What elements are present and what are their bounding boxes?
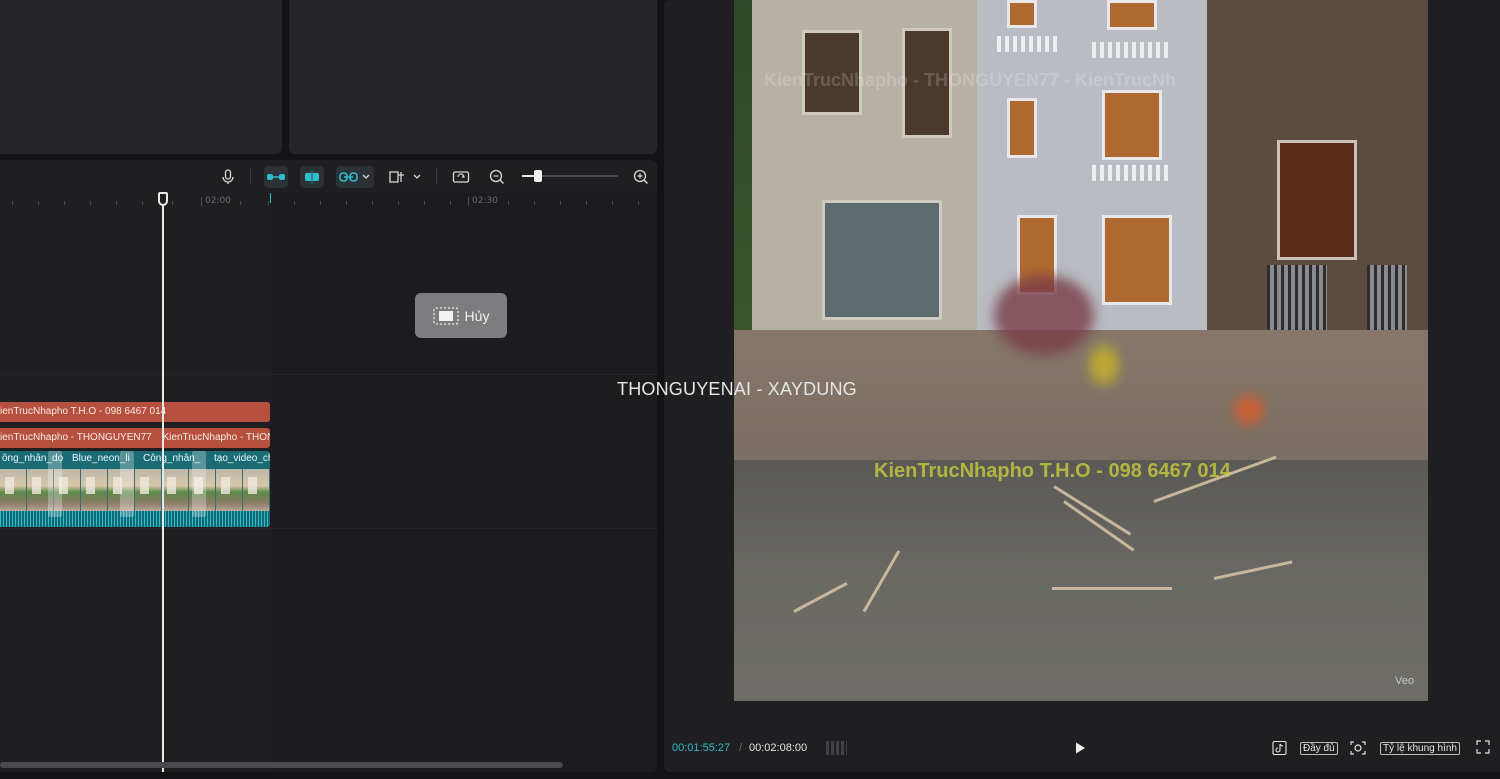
transition-marker[interactable] <box>192 451 206 517</box>
tiktok-icon <box>1272 740 1287 756</box>
fullscreen-icon <box>1476 740 1490 754</box>
text-clip-label: KienTrucNhapho - THONG <box>162 432 270 443</box>
ruler-label: 02:00 <box>201 196 231 206</box>
timeline-horizontal-scrollbar[interactable] <box>0 762 563 768</box>
street <box>734 460 1428 701</box>
text-clip-watermark[interactable]: ienTrucNhapho T.H.O - 098 6467 014 <box>0 402 270 422</box>
worker-blur <box>1234 395 1264 425</box>
preview-axis-button[interactable] <box>386 166 424 188</box>
transition-marker[interactable] <box>48 451 62 517</box>
playhead-line[interactable] <box>162 192 164 772</box>
video-clip-label: tạo_video_ch <box>212 453 270 464</box>
timeline-empty-area[interactable] <box>271 193 657 772</box>
total-time: 00:02:08:00 <box>749 742 808 754</box>
microphone-icon <box>222 169 234 184</box>
video-thumbnails <box>0 469 270 511</box>
veo-watermark: Veo <box>1395 675 1414 687</box>
audio-waveform <box>0 511 270 527</box>
aspect-ratio-button[interactable]: Tỷ lệ khung hình <box>1380 742 1460 755</box>
auto-snap-icon <box>305 169 319 185</box>
full-quality-button[interactable]: Đầy đủ <box>1300 742 1338 755</box>
video-preview[interactable]: KienTrucNhapho - THONGUYEN77 - KienTrucN… <box>734 0 1428 701</box>
properties-panel <box>289 0 657 154</box>
zoom-in-button[interactable] <box>630 166 652 188</box>
microphone-button[interactable] <box>218 166 238 188</box>
media-panel <box>0 0 282 154</box>
timeline-ruler[interactable]: 02:00 02:30 <box>0 193 657 211</box>
track-divider <box>0 528 657 529</box>
cancel-button[interactable]: Hủy <box>415 293 507 338</box>
track-divider <box>0 374 657 375</box>
faint-watermark: KienTrucNhapho - THONGUYEN77 - KienTrucN… <box>764 70 1177 90</box>
film-frame-icon <box>432 306 459 325</box>
time-separator: / <box>739 742 743 754</box>
transition-marker[interactable] <box>120 451 134 517</box>
play-button[interactable] <box>1073 741 1087 755</box>
workers-motion-blur <box>994 275 1094 355</box>
auto-snap-button[interactable] <box>300 166 324 188</box>
playhead-handle[interactable] <box>158 192 168 206</box>
fullscreen-button[interactable] <box>1476 740 1490 759</box>
preview-axis-icon <box>389 171 421 183</box>
current-time: 00:01:55:27 <box>672 742 731 754</box>
replace-clip-icon <box>452 171 470 183</box>
house-middle <box>977 0 1207 330</box>
zoom-slider[interactable] <box>522 170 618 182</box>
text-clip-watermark-2[interactable]: ienTrucNhapho - THONGUYEN77 KienTrucNhap… <box>0 428 270 448</box>
zoom-out-button[interactable] <box>486 166 508 188</box>
plank <box>1052 587 1172 590</box>
replace-clip-button[interactable] <box>450 166 472 188</box>
zoom-out-icon <box>489 169 504 184</box>
toolbar-divider <box>436 168 437 184</box>
linkage-icon <box>339 172 370 182</box>
main-track-magnet-button[interactable] <box>264 166 288 188</box>
snapshot-icon <box>1350 741 1366 755</box>
house-left <box>752 0 977 330</box>
linkage-button[interactable] <box>336 166 374 188</box>
main-track-magnet-icon <box>267 174 285 180</box>
house-right <box>1207 0 1428 365</box>
zoom-slider-handle[interactable] <box>534 170 542 182</box>
zoom-in-icon <box>633 169 648 184</box>
play-icon <box>1076 742 1085 754</box>
timeline-panel: 02:00 02:30 ienTrucNhapho T.H.O - 098 64… <box>0 160 657 772</box>
timeline-toolbar <box>0 160 657 193</box>
app-root: 02:00 02:30 ienTrucNhapho T.H.O - 098 64… <box>0 0 1500 779</box>
timecode-grid-icon[interactable] <box>826 741 847 755</box>
text-clip-label: ienTrucNhapho - THONGUYEN77 <box>0 432 152 443</box>
cancel-button-label: Hủy <box>464 307 490 324</box>
video-track-clips[interactable]: ông_nhân_dọ Blue_neon_li Công_nhân_ tạo_… <box>0 451 270 527</box>
text-overlay[interactable]: THONGUYENAI - XAYDUNG <box>617 379 857 400</box>
toolbar-divider <box>250 168 251 184</box>
watermark-text: KienTrucNhapho T.H.O - 098 6467 014 <box>874 460 1231 482</box>
text-clip-label: ienTrucNhapho T.H.O - 098 6467 014 <box>0 406 167 417</box>
snapshot-button[interactable] <box>1349 740 1367 761</box>
timeline-end-marker <box>270 193 271 203</box>
worker-blur <box>1089 345 1119 385</box>
tiktok-button[interactable] <box>1272 740 1287 761</box>
ruler-label: 02:30 <box>468 196 498 206</box>
